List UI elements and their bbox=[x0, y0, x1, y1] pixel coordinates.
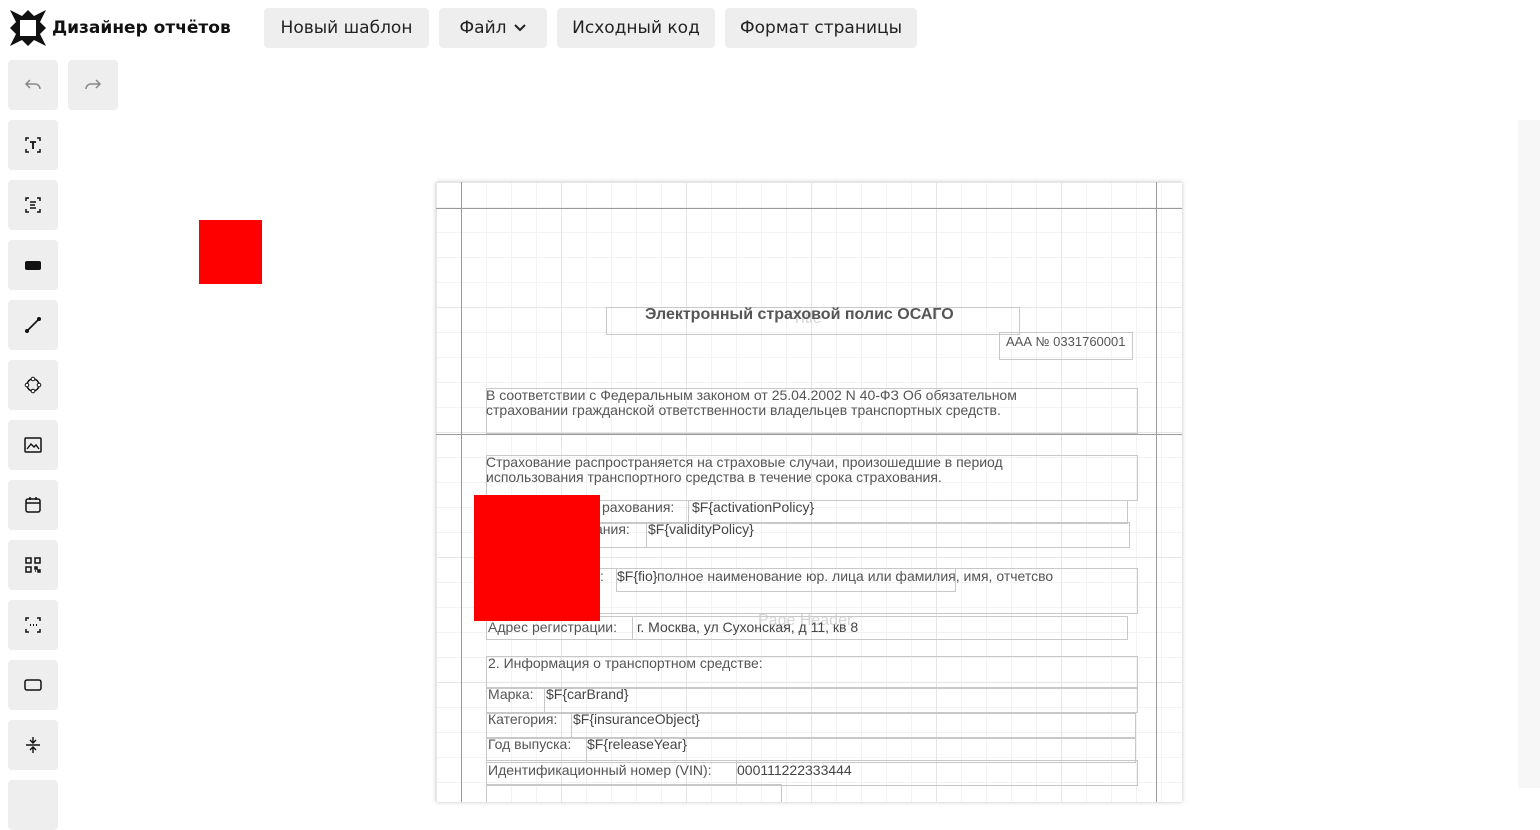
year-value: $F{releaseYear} bbox=[587, 736, 687, 752]
file-menu-label: Файл bbox=[459, 18, 507, 38]
page-format-label: Формат страницы bbox=[740, 18, 902, 38]
text-tool-icon bbox=[25, 137, 41, 153]
new-template-button[interactable]: Новый шаблон bbox=[264, 8, 429, 48]
undo-button[interactable] bbox=[8, 60, 58, 110]
vin-value: 000111222333444 bbox=[737, 762, 852, 778]
line-icon bbox=[25, 317, 41, 333]
rectangle-icon bbox=[25, 261, 41, 270]
valid-value: $F{validityPolicy} bbox=[648, 521, 754, 537]
report-page[interactable]: Title Электронный страховой полис ОСАГО … bbox=[436, 182, 1182, 802]
intro-line-1: В соответствии с Федеральным законом от … bbox=[486, 387, 1017, 403]
page-break-button[interactable] bbox=[8, 720, 58, 770]
policy-number: ААА № 0331760001 bbox=[1006, 334, 1126, 349]
chevron-down-icon bbox=[514, 24, 527, 32]
scope-line-2: использования транспортного средства в т… bbox=[486, 469, 942, 485]
shape-icon bbox=[24, 376, 42, 394]
valid-label: ания: bbox=[595, 521, 630, 537]
vin-label: Идентификационный номер (VIN): bbox=[488, 762, 712, 778]
scope-line-1: Страхование распространяется на страховы… bbox=[486, 454, 1003, 470]
left-margin-line bbox=[461, 182, 462, 802]
band-divider-line bbox=[436, 434, 1182, 435]
owner-value: $F{fio} bbox=[617, 568, 658, 584]
rich-text-icon bbox=[25, 197, 41, 213]
start-value: $F{activationPolicy} bbox=[692, 499, 815, 515]
right-margin-line bbox=[1156, 182, 1157, 802]
address-label: Адрес регистрации: bbox=[488, 619, 618, 635]
red-marker bbox=[199, 220, 262, 284]
line-button[interactable] bbox=[8, 300, 58, 350]
file-menu-button[interactable]: Файл bbox=[439, 8, 547, 48]
calendar-icon bbox=[25, 497, 41, 513]
image-button[interactable] bbox=[8, 420, 58, 470]
rectangle-button[interactable] bbox=[8, 240, 58, 290]
right-panel-scroll[interactable] bbox=[1518, 120, 1540, 788]
page-break-icon bbox=[26, 737, 40, 753]
doc-title: Электронный страховой полис ОСАГО bbox=[645, 306, 954, 323]
barcode-button[interactable] bbox=[8, 600, 58, 650]
start-label: рахования: bbox=[602, 499, 675, 515]
frame-button[interactable] bbox=[8, 660, 58, 710]
app-title: Дизайнер отчётов bbox=[52, 18, 231, 38]
redo-button[interactable] bbox=[68, 60, 118, 110]
red-overlay-marker bbox=[474, 495, 600, 621]
frame-icon bbox=[24, 679, 42, 691]
category-value: $F{insuranceObject} bbox=[573, 711, 700, 727]
redo-icon bbox=[85, 79, 102, 90]
intro-line-2: страховании гражданской ответственности … bbox=[486, 402, 1001, 418]
source-code-label: Исходный код bbox=[572, 18, 700, 38]
logo-icon bbox=[10, 10, 46, 46]
qr-code-button[interactable] bbox=[8, 540, 58, 590]
source-code-button[interactable]: Исходный код bbox=[557, 8, 715, 48]
date-button[interactable] bbox=[8, 480, 58, 530]
undo-icon bbox=[24, 79, 41, 90]
image-icon bbox=[24, 437, 42, 453]
barcode-icon bbox=[25, 617, 41, 633]
next-row-box[interactable] bbox=[486, 784, 782, 802]
year-label: Год выпуска: bbox=[488, 736, 572, 752]
rich-text-button[interactable] bbox=[8, 180, 58, 230]
brand-label: Марка: bbox=[488, 686, 534, 702]
vehicle-section-title: 2. Информация о транспортном средстве: bbox=[488, 655, 763, 671]
category-label: Категория: bbox=[488, 711, 558, 727]
shape-button[interactable] bbox=[8, 360, 58, 410]
app-logo: Дизайнер отчётов bbox=[8, 8, 231, 48]
new-template-label: Новый шаблон bbox=[280, 18, 413, 38]
brand-value-box[interactable] bbox=[544, 688, 1138, 713]
top-margin-line bbox=[436, 208, 1182, 209]
brand-value: $F{carBrand} bbox=[546, 686, 629, 702]
page-format-button[interactable]: Формат страницы bbox=[725, 8, 917, 48]
qr-code-icon bbox=[25, 557, 41, 573]
owner-hint: полное наименование юр. лица или фамилия… bbox=[657, 568, 1054, 584]
owner-label: : bbox=[600, 568, 604, 584]
address-value: г. Москва, ул Сухонская, д 11, кв 8 bbox=[637, 619, 859, 635]
text-tool-button[interactable] bbox=[8, 120, 58, 170]
